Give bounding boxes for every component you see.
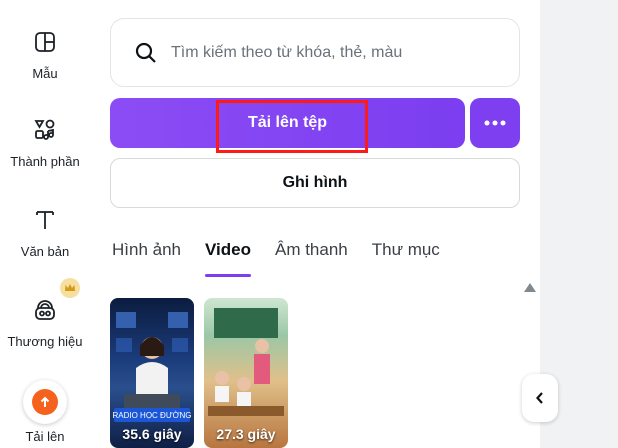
scroll-up-arrow[interactable] xyxy=(524,283,536,292)
chevron-left-icon xyxy=(536,392,543,404)
tab-video[interactable]: Video xyxy=(205,240,251,280)
media-tabs: Hình ảnh Video Âm thanh Thư mục xyxy=(112,240,464,280)
sidebar-item-uploads[interactable]: Tải lên xyxy=(0,380,90,444)
sidebar-item-brand[interactable]: Thương hiệu xyxy=(0,296,90,349)
elements-icon xyxy=(31,116,59,144)
more-options-button[interactable] xyxy=(470,98,520,148)
upload-files-button[interactable]: Tải lên tệp xyxy=(110,98,465,148)
record-button[interactable]: Ghi hình xyxy=(110,158,520,208)
video-duration: 27.3 giây xyxy=(216,426,276,442)
brand-icon xyxy=(31,296,59,324)
tab-audio[interactable]: Âm thanh xyxy=(275,240,348,280)
video-duration: 35.6 giây xyxy=(122,426,182,442)
template-icon xyxy=(31,28,59,56)
sidebar-item-elements[interactable]: Thành phần xyxy=(0,116,90,169)
search-input[interactable]: Tìm kiếm theo từ khóa, thẻ, màu xyxy=(110,18,520,87)
tab-images[interactable]: Hình ảnh xyxy=(112,240,181,280)
sidebar-item-templates[interactable]: Mẫu xyxy=(0,28,90,81)
sidebar-item-text[interactable]: Văn bản xyxy=(0,206,90,259)
sidebar-item-label: Thành phần xyxy=(10,154,80,169)
sidebar-item-label: Mẫu xyxy=(32,66,58,81)
more-icon xyxy=(484,120,506,126)
upload-icon-container xyxy=(23,380,67,424)
upload-icon xyxy=(32,389,58,415)
crown-icon xyxy=(60,278,80,298)
sidebar-item-label: Thương hiệu xyxy=(7,334,83,349)
video-thumbnail[interactable]: 27.3 giây xyxy=(204,298,288,448)
search-icon xyxy=(135,42,156,63)
side-nav-rail: Mẫu Thành phần Văn bản Thương hiệu Tải l… xyxy=(0,0,90,448)
video-thumbnail[interactable]: RADIO HỌC ĐƯỜNG 35.6 giây xyxy=(110,298,194,448)
text-icon xyxy=(31,206,59,234)
record-label: Ghi hình xyxy=(282,174,348,191)
upload-files-label: Tải lên tệp xyxy=(247,114,328,131)
sidebar-item-label: Văn bản xyxy=(20,244,70,259)
video-badge: RADIO HỌC ĐƯỜNG xyxy=(112,408,192,422)
collapse-panel-button[interactable] xyxy=(522,374,558,422)
search-placeholder: Tìm kiếm theo từ khóa, thẻ, màu xyxy=(171,43,403,61)
tab-folders[interactable]: Thư mục xyxy=(372,240,440,280)
sidebar-item-label: Tải lên xyxy=(25,429,65,444)
